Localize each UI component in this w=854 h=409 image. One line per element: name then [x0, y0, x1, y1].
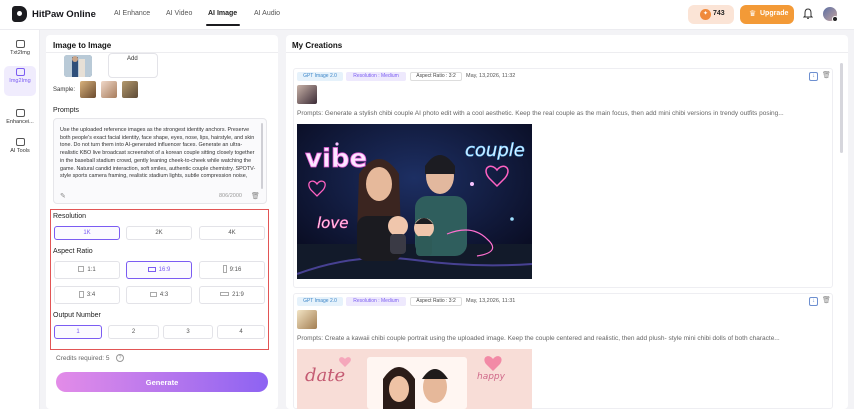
image-text-happy: happy [477, 372, 506, 382]
info-icon[interactable]: ? [116, 354, 124, 362]
divider [46, 52, 278, 53]
creation-date: May, 13,2026, 11:32 [466, 73, 516, 79]
creation-date: May, 13,2026, 11:31 [466, 298, 516, 304]
model-tag: GPT Image 2.0 [297, 297, 343, 306]
credits-pill[interactable] [688, 5, 734, 24]
prompts-label: Prompts [53, 107, 80, 114]
credits-required: Credits required: 5 [56, 355, 110, 362]
creations-scrollbar[interactable] [840, 63, 843, 153]
app-name[interactable]: HitPaw Online [32, 9, 96, 20]
ratio-label: 4:3 [159, 292, 169, 298]
resolution-1k[interactable]: 1K [54, 226, 120, 240]
text-image-icon [15, 40, 25, 48]
divider [286, 52, 848, 53]
resolution-4k[interactable]: 4K [199, 226, 265, 240]
download-icon[interactable]: ↓ [809, 72, 818, 81]
sidebar-item-label: AI Tools [10, 148, 30, 154]
generated-image[interactable]: vibe couple love [297, 124, 532, 279]
sidebar-item-label: Txt2Img [10, 50, 30, 56]
neon-text-love: love [317, 214, 348, 232]
output-number-label: Output Number [53, 312, 101, 319]
image-text-date: date [305, 365, 345, 386]
clear-prompt-icon[interactable]: 🗑 [251, 192, 260, 200]
sidebar-item-img2img[interactable]: Img2Img [4, 66, 36, 96]
aspect-ratio-tag: Aspect Ratio : 3:2 [410, 297, 462, 306]
resolution-tag: Resolution : Medium [346, 297, 406, 306]
resolution-label: Resolution [53, 213, 87, 220]
aspect-ratio-label: Aspect Ratio [53, 248, 93, 255]
delete-icon[interactable]: 🗑 [822, 296, 831, 304]
sidebar-item-txt2img[interactable]: Txt2Img [4, 38, 36, 68]
ratio-label: 3:4 [86, 292, 96, 298]
neon-text-couple: couple [465, 140, 525, 161]
portrait-ratio-icon [222, 265, 227, 274]
nav-ai-image[interactable]: AI Image [208, 10, 237, 17]
tools-icon [15, 138, 25, 146]
creation-prompt: Prompts: Create a kawaii chibi couple po… [297, 335, 780, 342]
resolution-tag: Resolution : Medium [346, 72, 406, 81]
output-number-2[interactable]: 2 [108, 325, 159, 339]
creation-prompt: Prompts: Generate a stylish chibi couple… [297, 110, 784, 117]
hitpaw-logo-icon[interactable] [12, 6, 27, 22]
nav-ai-audio[interactable]: AI Audio [254, 10, 280, 17]
landscape-ratio-icon [149, 291, 157, 297]
prompt-text[interactable]: Use the uploaded reference images as the… [60, 127, 258, 189]
enhance-icon [15, 109, 25, 117]
model-tag: GPT Image 2.0 [297, 72, 343, 81]
wide-ratio-icon [220, 292, 230, 297]
main-title: My Creations [292, 41, 343, 50]
ratio-21-9[interactable]: 21:9 [199, 286, 265, 304]
bell-icon[interactable] [803, 8, 813, 20]
sidebar-item-enhance[interactable]: Enhancei... [4, 107, 36, 137]
char-count: 806/2000 [219, 193, 242, 199]
download-icon[interactable]: ↓ [809, 297, 818, 306]
nav-ai-enhance[interactable]: AI Enhance [114, 10, 150, 17]
ratio-3-4[interactable]: 3:4 [54, 286, 120, 304]
resolution-2k[interactable]: 2K [126, 226, 192, 240]
output-number-1[interactable]: 1 [54, 325, 102, 339]
delete-icon[interactable]: 🗑 [822, 71, 831, 79]
coin-icon: ✦ [700, 9, 711, 20]
uploaded-image-thumbnail[interactable] [64, 55, 92, 77]
sidebar-item-ai-tools[interactable]: AI Tools [4, 136, 36, 166]
square-ratio-icon [78, 266, 85, 273]
generate-label: Generate [145, 378, 179, 387]
credits-count: 743 [713, 10, 725, 17]
sidebar-item-label: Enhancei... [6, 119, 34, 125]
sample-image-1[interactable] [80, 81, 96, 98]
avatar-status-icon [832, 16, 838, 22]
ratio-label: 9:16 [229, 267, 242, 273]
neon-text-vibe: vibe [305, 144, 367, 174]
crown-icon: ♛ [749, 9, 757, 18]
landscape-ratio-icon [147, 266, 156, 272]
sample-image-3[interactable] [122, 81, 138, 98]
nav-ai-video[interactable]: AI Video [166, 10, 192, 17]
ratio-label: 21:9 [232, 292, 244, 298]
ratio-9-16[interactable]: 9:16 [199, 261, 265, 279]
reference-thumbnail[interactable] [297, 85, 317, 104]
ratio-label: 1:1 [87, 267, 96, 273]
aspect-ratio-tag: Aspect Ratio : 3:2 [410, 72, 462, 81]
ratio-4-3[interactable]: 4:3 [126, 286, 192, 304]
portrait-ratio-icon [78, 290, 84, 298]
magic-wand-icon[interactable]: ✎ [60, 192, 66, 200]
nav-active-indicator [206, 24, 240, 26]
ratio-label: 16:9 [158, 267, 171, 273]
output-number-4[interactable]: 4 [217, 325, 265, 339]
sample-label: Sample: [53, 87, 76, 93]
generated-image[interactable]: date happy [297, 349, 532, 409]
ratio-16-9[interactable]: 16:9 [126, 261, 192, 279]
output-number-3[interactable]: 3 [163, 325, 213, 339]
sidebar-item-label: Img2Img [9, 78, 31, 84]
prompt-scrollbar[interactable] [261, 123, 263, 189]
image-image-icon [15, 68, 25, 76]
upgrade-label: Upgrade [760, 10, 789, 17]
ratio-1-1[interactable]: 1:1 [54, 261, 120, 279]
reference-thumbnail[interactable] [297, 310, 317, 329]
sample-image-2[interactable] [101, 81, 117, 98]
add-label: Add [127, 56, 138, 62]
panel-title: Image to Image [53, 41, 112, 50]
